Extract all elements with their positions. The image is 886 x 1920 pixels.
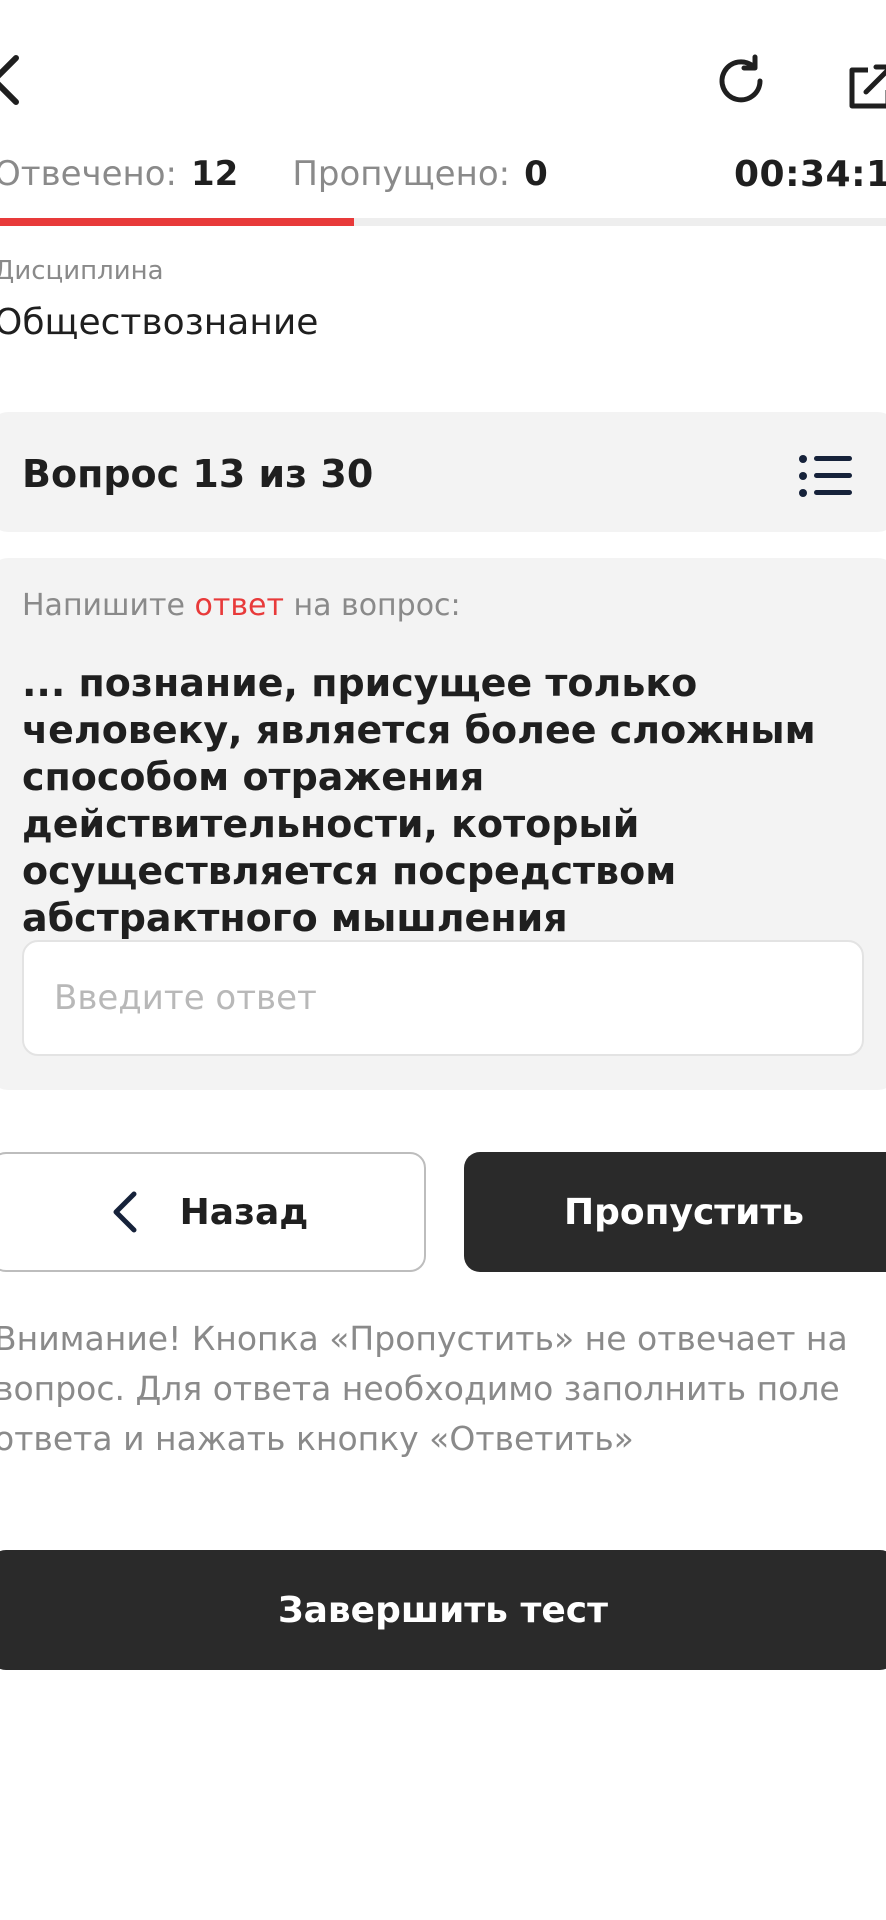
- progress-bar: [0, 218, 886, 226]
- question-counter: Вопрос 13 из 30: [22, 452, 374, 496]
- back-button[interactable]: Назад: [0, 1152, 426, 1272]
- question-instruction: Напишите ответ на вопрос:: [22, 588, 461, 623]
- answer-stats: Отвечено: 12 Пропущено: 0: [0, 154, 548, 202]
- refresh-icon[interactable]: [714, 54, 768, 108]
- external-link-icon[interactable]: [846, 62, 886, 112]
- finish-test-button[interactable]: Завершить тест: [0, 1550, 886, 1670]
- skipped-label: Пропущено:: [292, 154, 511, 194]
- back-chevron-icon[interactable]: [0, 52, 26, 108]
- skip-button[interactable]: Пропустить: [464, 1152, 886, 1272]
- discipline-name: Обществознание: [0, 302, 319, 343]
- question-header-card: Вопрос 13 из 30: [0, 412, 886, 532]
- question-text: ... познание, присущее только человеку, …: [22, 661, 816, 940]
- answered-count: 12: [191, 154, 239, 194]
- discipline-caption: Дисциплина: [0, 256, 164, 286]
- test-timer: 00:34:13: [734, 154, 886, 195]
- answer-input[interactable]: [22, 940, 864, 1056]
- list-icon[interactable]: [798, 454, 854, 498]
- instruction-text: Напишите: [22, 588, 195, 623]
- chevron-left-icon: [113, 1191, 137, 1233]
- skipped-count: 0: [524, 154, 548, 194]
- question-card: Напишите ответ на вопрос: ... познание, …: [0, 558, 886, 1090]
- skip-notice: Внимание! Кнопка «Пропустить» не отвечае…: [0, 1319, 848, 1458]
- skip-button-label: Пропустить: [563, 1191, 805, 1233]
- instruction-accent-word: ответ: [194, 588, 284, 623]
- answered-label: Отвечено:: [0, 154, 178, 194]
- back-button-label: Назад: [179, 1191, 309, 1233]
- instruction-text-end: на вопрос:: [283, 588, 461, 623]
- finish-test-label: Завершить тест: [278, 1589, 608, 1631]
- progress-bar-fill: [0, 218, 355, 226]
